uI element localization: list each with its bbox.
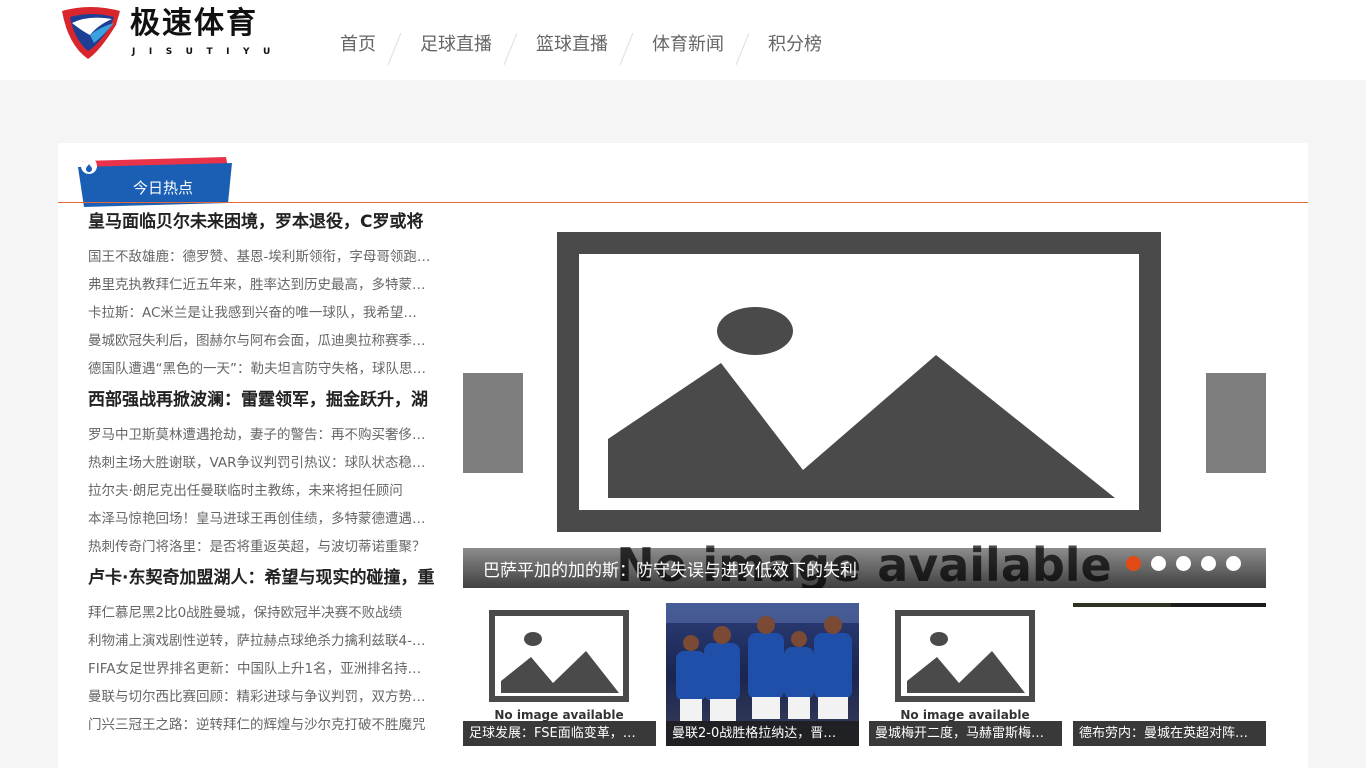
- logo-shield-icon: [62, 7, 120, 59]
- thumbnail-strip: No image available 足球发展：FSE面临变革，… 曼联2-0战…: [463, 603, 1266, 746]
- main-nav: 首页 足球直播 篮球直播 体育新闻 积分榜: [318, 22, 844, 68]
- news-item[interactable]: 弗里克执教拜仁近五年来，胜率达到历史最高，多特蒙…: [88, 271, 444, 299]
- site-logo[interactable]: 极速体育 JISUTIYU: [60, 5, 275, 61]
- hot-label: 今日热点: [133, 179, 194, 197]
- nav-home[interactable]: 首页: [318, 22, 398, 68]
- news-group: 西部强战再掀波澜：雷霆领军，掘金跃升，湖 罗马中卫斯莫林遭遇抢劫，妻子的警告：再…: [88, 387, 444, 561]
- slider-caption-bar: 巴萨平加的加的斯：防守失误与进攻低效下的失利: [463, 548, 1266, 588]
- news-item[interactable]: 曼联与切尔西比赛回顾：精彩进球与争议判罚，双方势…: [88, 683, 444, 711]
- nav-sports-news[interactable]: 体育新闻: [630, 22, 746, 68]
- slider-dots: [1126, 556, 1241, 571]
- news-item[interactable]: 国王不敌雄鹿：德罗赞、基恩-埃利斯领衔，字母哥领跑…: [88, 243, 444, 271]
- news-item[interactable]: 罗马中卫斯莫林遭遇抢劫，妻子的警告：再不购买奢侈…: [88, 421, 444, 449]
- slider-dot[interactable]: [1176, 556, 1191, 571]
- news-item[interactable]: FIFA女足世界排名更新：中国队上升1名，亚洲排名持…: [88, 655, 444, 683]
- news-headline[interactable]: 皇马面临贝尔未来困境，罗本退役，C罗或将: [88, 209, 444, 237]
- news-item[interactable]: 门兴三冠王之路：逆转拜仁的辉煌与沙尔克打破不胜魔咒: [88, 711, 444, 739]
- news-group: 皇马面临贝尔未来困境，罗本退役，C罗或将 国王不敌雄鹿：德罗赞、基恩-埃利斯领衔…: [88, 209, 444, 383]
- news-list: 皇马面临贝尔未来困境，罗本退役，C罗或将 国王不敌雄鹿：德罗赞、基恩-埃利斯领衔…: [88, 209, 444, 743]
- news-headline[interactable]: 卢卡·东契奇加盟湖人：希望与现实的碰撞，重: [88, 565, 444, 593]
- slider-caption[interactable]: 巴萨平加的加的斯：防守失误与进攻低效下的失利: [483, 556, 857, 581]
- news-item[interactable]: 利物浦上演戏剧性逆转，萨拉赫点球绝杀力擒利兹联4-…: [88, 627, 444, 655]
- news-item[interactable]: 德国队遭遇“黑色的一天”：勒夫坦言防守失格，球队思…: [88, 355, 444, 383]
- nav-basketball-live[interactable]: 篮球直播: [514, 22, 630, 68]
- logo-subtitle: JISUTIYU: [132, 47, 284, 57]
- slider-dot[interactable]: [1151, 556, 1166, 571]
- thumb-placeholder-text: No image available: [494, 708, 623, 722]
- nav-standings[interactable]: 积分榜: [746, 22, 844, 68]
- no-image-placeholder: No image available: [557, 232, 1161, 588]
- nav-football-live[interactable]: 足球直播: [398, 22, 514, 68]
- news-item[interactable]: 本泽马惊艳回场！皇马进球王再创佳绩，多特蒙德遭遇…: [88, 505, 444, 533]
- thumb-placeholder-text: No image available: [900, 708, 1029, 722]
- thumbnail-caption: 曼联2-0战胜格拉纳达，晋…: [666, 721, 859, 746]
- news-headline[interactable]: 西部强战再掀波澜：雷霆领军，掘金跃升，湖: [88, 387, 444, 415]
- hot-section: 今日热点 皇马面临贝尔未来困境，罗本退役，C罗或将 国王不敌雄鹿：德罗赞、基恩-…: [58, 143, 1308, 768]
- site-header: 极速体育 JISUTIYU 首页 足球直播 篮球直播 体育新闻 积分榜: [0, 0, 1366, 80]
- news-item[interactable]: 热刺主场大胜谢联，VAR争议判罚引热议：球队状态稳…: [88, 449, 444, 477]
- logo-title: 极速体育: [130, 6, 258, 41]
- slider-dot[interactable]: [1126, 556, 1141, 571]
- thumbnail-card[interactable]: No image available 曼城梅开二度，马赫雷斯梅…: [869, 603, 1062, 746]
- news-item[interactable]: 拜仁慕尼黑2比0战胜曼城，保持欧冠半决赛不败战绩: [88, 599, 444, 627]
- thumbnail-card[interactable]: 德布劳内：曼城在英超对阵…: [1073, 603, 1266, 746]
- section-divider: [58, 202, 1308, 203]
- flame-icon: [81, 152, 97, 174]
- hot-badge: 今日热点: [78, 151, 234, 207]
- slider-prev-button[interactable]: [463, 373, 523, 473]
- thumbnail-caption: 德布劳内：曼城在英超对阵…: [1073, 721, 1266, 746]
- news-item[interactable]: 拉尔夫·朗尼克出任曼联临时主教练，未来将担任顾问: [88, 477, 444, 505]
- thumbnail-caption: 足球发展：FSE面临变革，…: [463, 721, 656, 746]
- thumbnail-caption: 曼城梅开二度，马赫雷斯梅…: [869, 721, 1062, 746]
- news-item[interactable]: 卡拉斯：AC米兰是让我感到兴奋的唯一球队，我希望…: [88, 299, 444, 327]
- image-slider[interactable]: No image available 巴萨平加的加的斯：防守失误与进攻低效下的失…: [463, 213, 1266, 588]
- news-item[interactable]: 热刺传奇门将洛里：是否将重返英超，与波切蒂诺重聚？: [88, 533, 444, 561]
- news-item[interactable]: 曼城欧冠失利后，图赫尔与阿布会面，瓜迪奥拉称赛季…: [88, 327, 444, 355]
- slider-dot[interactable]: [1201, 556, 1216, 571]
- thumbnail-card[interactable]: No image available 足球发展：FSE面临变革，…: [463, 603, 656, 746]
- slider-next-button[interactable]: [1206, 373, 1266, 473]
- news-group: 卢卡·东契奇加盟湖人：希望与现实的碰撞，重 拜仁慕尼黑2比0战胜曼城，保持欧冠半…: [88, 565, 444, 739]
- slider-dot[interactable]: [1226, 556, 1241, 571]
- thumbnail-card[interactable]: 曼联2-0战胜格拉纳达，晋…: [666, 603, 859, 746]
